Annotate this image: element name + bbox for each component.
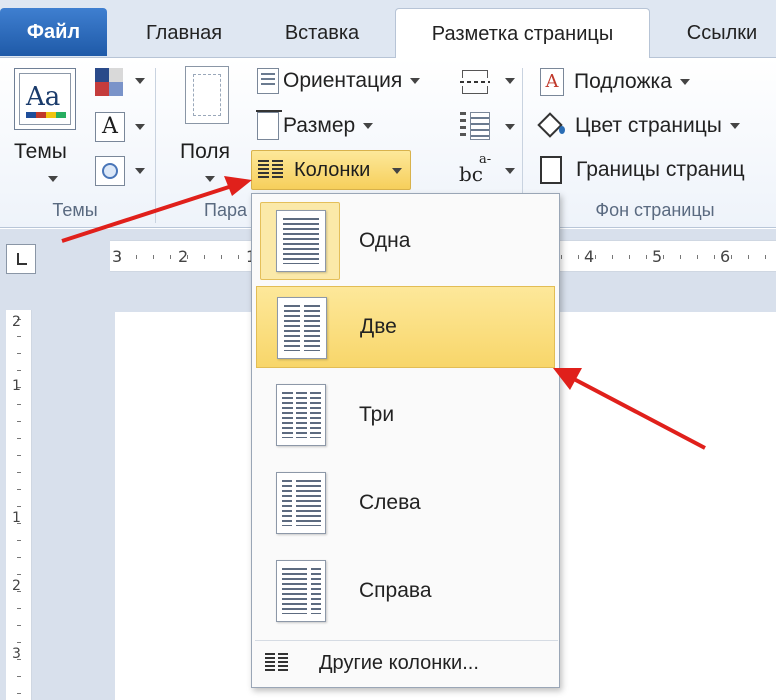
arrow-to-columns-button bbox=[61, 176, 252, 243]
annotation-arrows bbox=[61, 176, 706, 450]
arrow-to-two-columns bbox=[553, 368, 706, 450]
